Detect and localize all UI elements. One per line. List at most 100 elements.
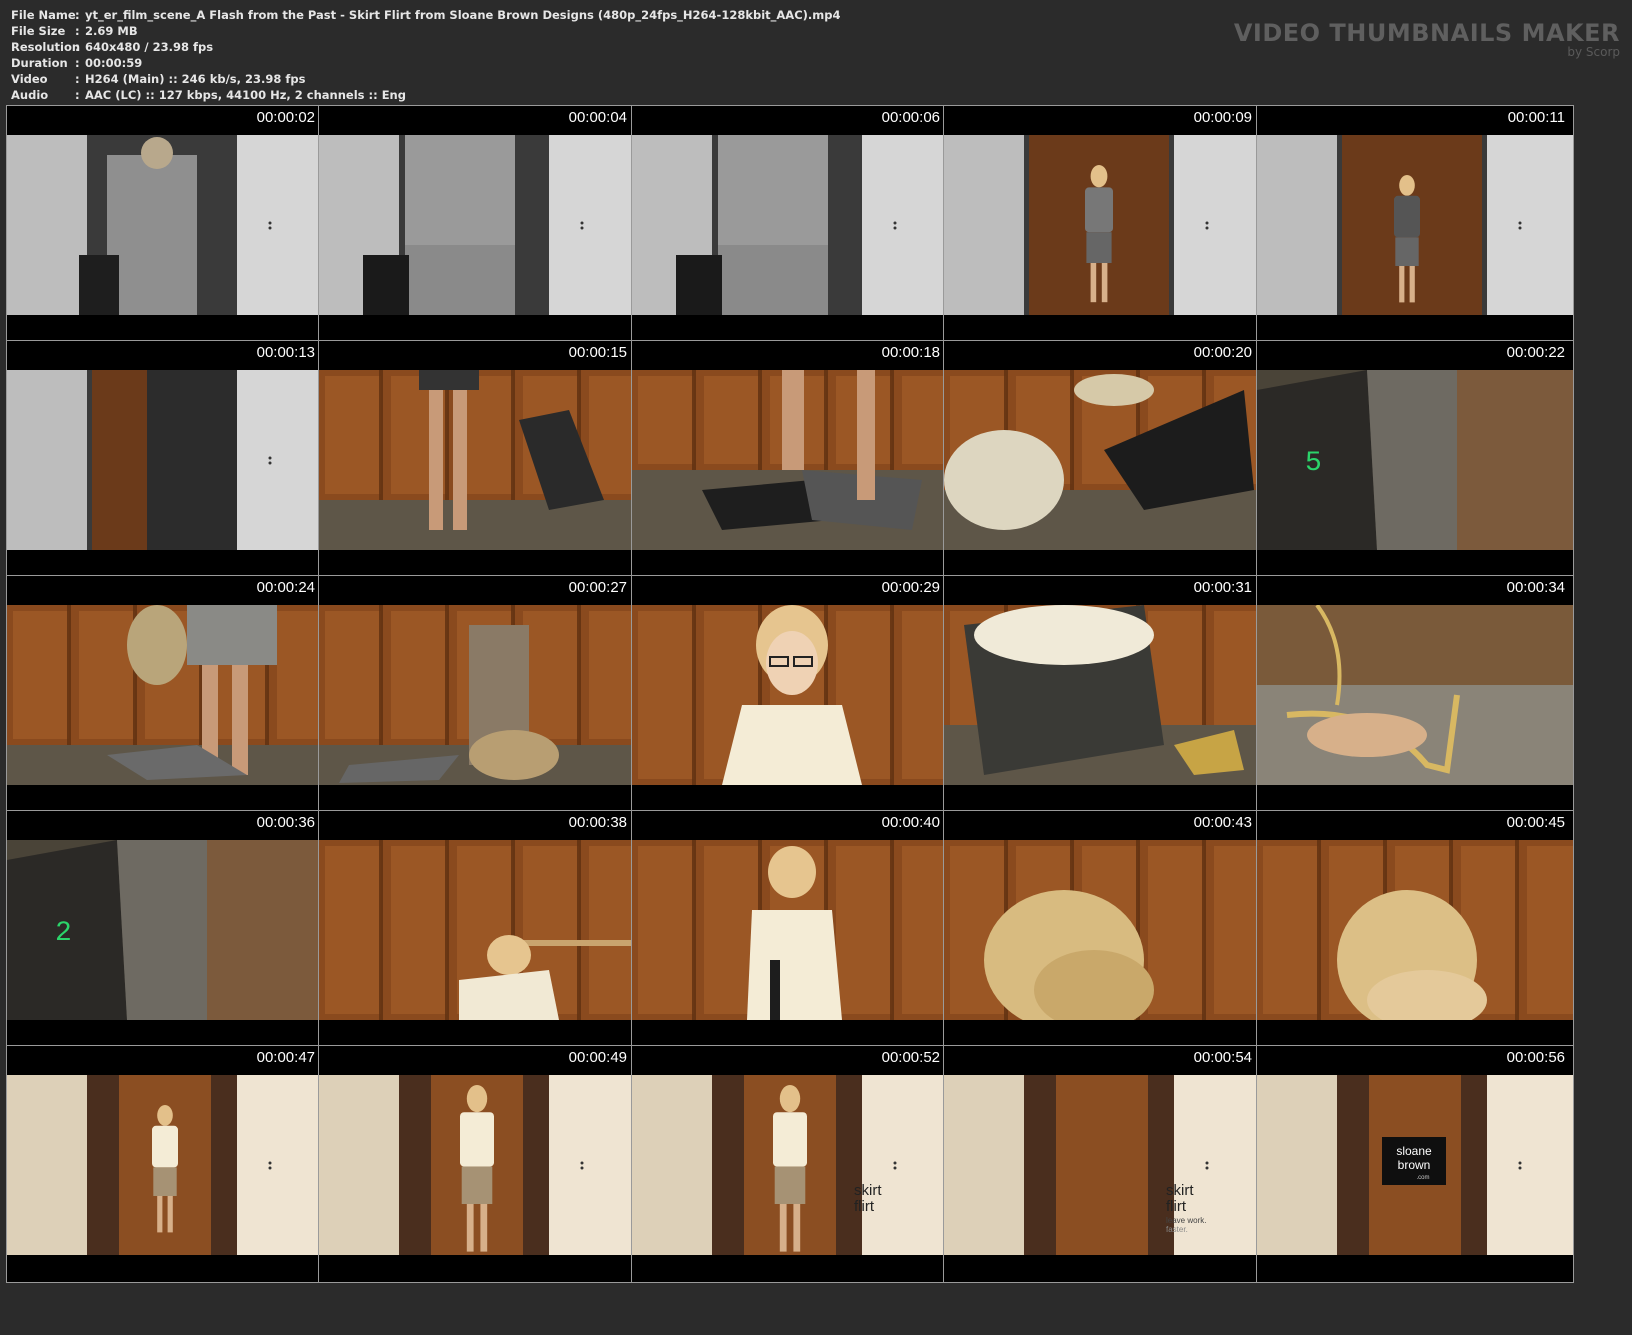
video-thumbnail: 00:00:18 bbox=[631, 340, 949, 578]
info-key: File Name bbox=[11, 8, 76, 22]
timestamp-label: 00:00:45 bbox=[1506, 814, 1565, 831]
video-frame-image bbox=[944, 605, 1260, 785]
info-key: Video bbox=[11, 72, 48, 86]
timestamp-label: 00:00:11 bbox=[1507, 109, 1565, 126]
video-frame-image: skirt flirt leave work. faster. bbox=[944, 1075, 1260, 1255]
video-frame-image: 2 bbox=[7, 840, 323, 1020]
video-frame-image bbox=[319, 1075, 635, 1255]
video-thumbnail: 00:00:31 bbox=[943, 575, 1261, 813]
video-frame-image bbox=[944, 370, 1260, 550]
video-thumbnail: 00:00:45 bbox=[1256, 810, 1574, 1048]
video-thumbnail: 00:00:38 bbox=[318, 810, 636, 1048]
video-thumbnail: skirt flirt 00:00:52 bbox=[631, 1045, 949, 1283]
video-frame-image bbox=[1257, 135, 1573, 315]
info-value: yt_er_film_scene_A Flash from the Past -… bbox=[85, 8, 841, 22]
info-separator: : bbox=[75, 40, 80, 54]
logo-text-line3: .com bbox=[1416, 1175, 1429, 1181]
video-frame-image bbox=[319, 605, 635, 785]
video-thumbnail: 00:00:43 bbox=[943, 810, 1261, 1048]
overlay-text-line2: flirt bbox=[854, 1198, 875, 1215]
info-value: 640x480 / 23.98 fps bbox=[85, 40, 214, 54]
logo-text-line1: sloane bbox=[1396, 1144, 1432, 1158]
video-thumbnail: 00:00:24 bbox=[6, 575, 324, 813]
timestamp-label: 00:00:22 bbox=[1506, 344, 1565, 361]
info-key: Audio bbox=[11, 88, 49, 102]
timestamp-label: 00:00:56 bbox=[1506, 1049, 1565, 1066]
timestamp-label: 00:00:02 bbox=[256, 109, 315, 126]
video-frame-image bbox=[7, 605, 323, 785]
video-thumbnail: skirt flirt leave work. faster. 00:00:54 bbox=[943, 1045, 1261, 1283]
info-row: File Size:2.69 MB bbox=[11, 23, 1211, 39]
timestamp-label: 00:00:04 bbox=[568, 109, 627, 126]
info-key: Resolution bbox=[11, 40, 81, 54]
timestamp-label: 00:00:24 bbox=[256, 579, 315, 596]
info-value: AAC (LC) :: 127 kbps, 44100 Hz, 2 channe… bbox=[85, 88, 406, 102]
video-thumbnail: sloane brown .com 00:00:56 bbox=[1256, 1045, 1574, 1283]
timestamp-label: 00:00:47 bbox=[256, 1049, 315, 1066]
timestamp-label: 00:00:54 bbox=[1193, 1049, 1252, 1066]
video-thumbnail: 5 00:00:22 bbox=[1256, 340, 1574, 578]
video-frame-image bbox=[632, 370, 948, 550]
timestamp-label: 00:00:31 bbox=[1193, 579, 1252, 596]
video-frame-image bbox=[632, 840, 948, 1020]
video-thumbnail: 00:00:40 bbox=[631, 810, 949, 1048]
info-value: 00:00:59 bbox=[85, 56, 143, 70]
timestamp-label: 00:00:52 bbox=[881, 1049, 940, 1066]
info-value: H264 (Main) :: 246 kb/s, 23.98 fps bbox=[85, 72, 306, 86]
video-thumbnail: 00:00:47 bbox=[6, 1045, 324, 1283]
timestamp-label: 00:00:20 bbox=[1193, 344, 1252, 361]
video-thumbnail: 00:00:27 bbox=[318, 575, 636, 813]
timestamp-label: 00:00:15 bbox=[568, 344, 627, 361]
timestamp-label: 00:00:29 bbox=[881, 579, 940, 596]
timestamp-label: 00:00:49 bbox=[568, 1049, 627, 1066]
video-frame-image: 5 bbox=[1257, 370, 1573, 550]
video-thumbnail: 00:00:09 bbox=[943, 105, 1261, 343]
info-separator: : bbox=[75, 24, 80, 38]
overlay-text-line1: skirt bbox=[854, 1182, 882, 1199]
floor-indicator-text: 2 bbox=[55, 918, 72, 949]
video-frame-image bbox=[319, 370, 635, 550]
timestamp-label: 00:00:13 bbox=[256, 344, 315, 361]
brand-subtitle: by Scorp bbox=[1567, 45, 1620, 59]
video-frame-image bbox=[1257, 605, 1573, 785]
brand-watermark: VIDEO THUMBNAILS MAKER by Scorp bbox=[1234, 20, 1620, 59]
video-frame-image bbox=[319, 840, 635, 1020]
info-separator: : bbox=[75, 88, 80, 102]
info-value: 2.69 MB bbox=[85, 24, 138, 38]
timestamp-label: 00:00:40 bbox=[881, 814, 940, 831]
info-separator: : bbox=[75, 72, 80, 86]
brand-title: VIDEO THUMBNAILS MAKER bbox=[1233, 19, 1620, 47]
info-separator: : bbox=[75, 8, 80, 22]
timestamp-label: 00:00:09 bbox=[1193, 109, 1252, 126]
video-thumbnail: 00:00:34 bbox=[1256, 575, 1574, 813]
video-thumbnail: 00:00:02 bbox=[6, 105, 324, 343]
video-thumbnail: 00:00:29 bbox=[631, 575, 949, 813]
timestamp-label: 00:00:43 bbox=[1193, 814, 1252, 831]
overlay-text-line2: flirt bbox=[1166, 1198, 1187, 1215]
info-row: File Name: yt_er_film_scene_A Flash from … bbox=[11, 7, 1211, 23]
video-frame-image bbox=[632, 605, 948, 785]
overlay-text-line4: faster. bbox=[1166, 1225, 1188, 1234]
info-key: Duration bbox=[11, 56, 68, 70]
video-frame-image bbox=[632, 135, 948, 315]
timestamp-label: 00:00:27 bbox=[568, 579, 627, 596]
info-separator: : bbox=[75, 56, 80, 70]
video-thumbnail: 00:00:06 bbox=[631, 105, 949, 343]
video-frame-image: skirt flirt bbox=[632, 1075, 948, 1255]
timestamp-label: 00:00:06 bbox=[881, 109, 940, 126]
video-thumbnail: 00:00:13 bbox=[6, 340, 324, 578]
video-thumbnail: 00:00:49 bbox=[318, 1045, 636, 1283]
video-frame-image bbox=[7, 1075, 323, 1255]
logo-text-line2: brown bbox=[1398, 1158, 1431, 1172]
video-frame-image: sloane brown .com bbox=[1257, 1075, 1573, 1255]
video-thumbnail: 00:00:20 bbox=[943, 340, 1261, 578]
overlay-text-line3: leave work. bbox=[1166, 1216, 1206, 1225]
video-thumbnail: 00:00:15 bbox=[318, 340, 636, 578]
info-row: Audio: AAC (LC) :: 127 kbps, 44100 Hz, 2 … bbox=[11, 87, 1211, 103]
video-thumbnail: 2 00:00:36 bbox=[6, 810, 324, 1048]
video-thumbnail: 00:00:11 bbox=[1256, 105, 1574, 343]
timestamp-label: 00:00:18 bbox=[881, 344, 940, 361]
video-frame-image bbox=[7, 370, 323, 550]
info-row: Resolution: 640x480 / 23.98 fps bbox=[11, 39, 1211, 55]
overlay-text-line1: skirt bbox=[1166, 1182, 1194, 1199]
